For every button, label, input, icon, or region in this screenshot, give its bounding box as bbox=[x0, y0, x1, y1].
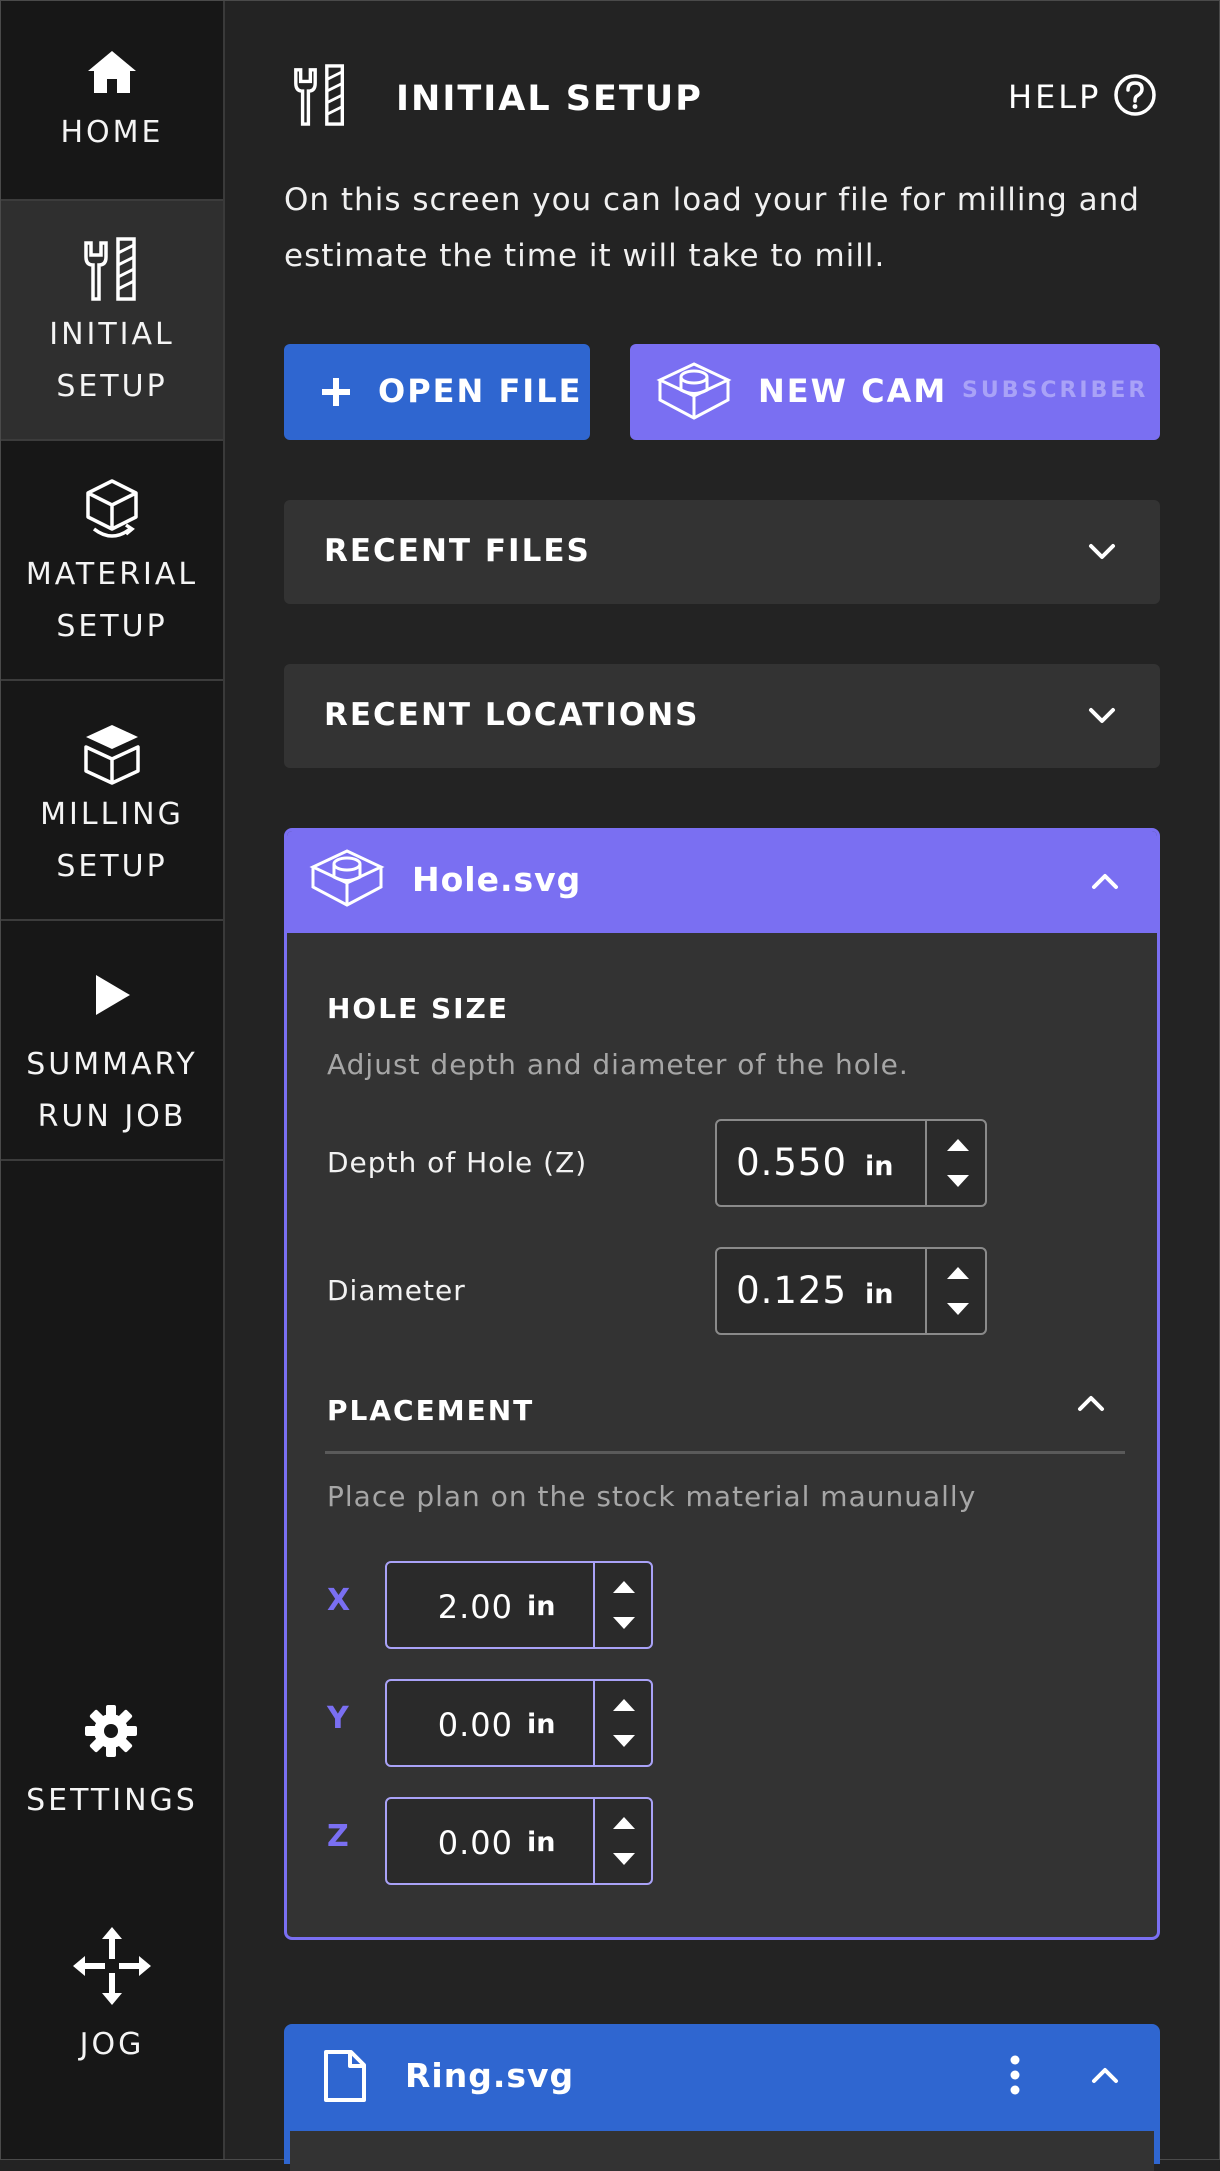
sidebar-item-material-setup[interactable]: MATERIAL SETUP bbox=[1, 441, 223, 681]
x-unit: in bbox=[527, 1591, 556, 1622]
sidebar-item-label: INITIAL bbox=[49, 317, 175, 352]
z-stepper[interactable]: 0.00 in bbox=[385, 1797, 653, 1885]
diameter-label: Diameter bbox=[327, 1274, 466, 1307]
arrow-up-icon[interactable] bbox=[611, 1579, 637, 1595]
ring-file-name: Ring.svg bbox=[405, 2056, 575, 2095]
ring-file-card[interactable]: Ring.svg bbox=[284, 2024, 1160, 2171]
open-file-label: OPEN FILE bbox=[378, 372, 583, 410]
chevron-up-icon[interactable] bbox=[1077, 1393, 1105, 1413]
x-step-buttons[interactable] bbox=[593, 1563, 653, 1647]
x-axis-label: X bbox=[327, 1583, 351, 1618]
sidebar-item-label: HOME bbox=[60, 115, 164, 150]
tools-icon bbox=[84, 237, 136, 301]
chevron-down-icon bbox=[1089, 544, 1115, 559]
ring-card-body bbox=[290, 2131, 1154, 2171]
home-icon bbox=[88, 51, 136, 93]
x-stepper[interactable]: 2.00 in bbox=[385, 1561, 653, 1649]
z-value[interactable]: 0.00 bbox=[395, 1819, 513, 1867]
z-step-buttons[interactable] bbox=[593, 1799, 653, 1883]
arrow-down-icon[interactable] bbox=[945, 1301, 971, 1317]
diameter-value[interactable]: 0.125 bbox=[727, 1267, 847, 1315]
hole-file-card: Hole.svg HOLE SIZE Adjust depth and diam… bbox=[284, 828, 1160, 1940]
sidebar-item-jog[interactable]: JOG bbox=[1, 1921, 223, 2071]
page-description: On this screen you can load your file fo… bbox=[284, 182, 1140, 274]
recent-files-label: RECENT FILES bbox=[324, 533, 591, 569]
sidebar-item-home[interactable]: HOME bbox=[1, 1, 223, 201]
sidebar-item-label: SETUP bbox=[56, 849, 168, 884]
y-unit: in bbox=[527, 1709, 556, 1740]
hole-card-header[interactable]: Hole.svg bbox=[287, 831, 1157, 933]
diameter-step-buttons[interactable] bbox=[925, 1249, 989, 1333]
arrow-down-icon[interactable] bbox=[945, 1173, 971, 1189]
hole-cam-icon bbox=[309, 849, 385, 907]
arrow-down-icon[interactable] bbox=[611, 1733, 637, 1749]
y-step-buttons[interactable] bbox=[593, 1681, 653, 1765]
hole-size-description: Adjust depth and diameter of the hole. bbox=[327, 1048, 909, 1081]
hole-size-title: HOLE SIZE bbox=[327, 992, 509, 1025]
sidebar-item-label: SETUP bbox=[56, 369, 168, 404]
page-title: INITIAL SETUP bbox=[396, 79, 703, 119]
sidebar-item-label: JOG bbox=[79, 2027, 145, 2062]
help-circle-icon[interactable] bbox=[1113, 73, 1157, 117]
subscriber-badge: SUBSCRIBER bbox=[962, 378, 1149, 403]
chevron-up-icon[interactable] bbox=[1091, 871, 1119, 891]
material-cube-icon bbox=[86, 479, 138, 538]
new-cam-label: NEW CAM bbox=[758, 372, 948, 410]
sidebar-item-label: MATERIAL bbox=[25, 557, 199, 592]
sidebar-item-milling-setup[interactable]: MILLING SETUP bbox=[1, 681, 223, 921]
sidebar-item-label: RUN JOB bbox=[37, 1099, 187, 1134]
sidebar-item-label: SETTINGS bbox=[26, 1783, 198, 1818]
more-vertical-icon[interactable] bbox=[1009, 2055, 1021, 2095]
chevron-down-icon bbox=[1089, 708, 1115, 723]
arrow-up-icon[interactable] bbox=[611, 1815, 637, 1831]
recent-locations-accordion[interactable]: RECENT LOCATIONS bbox=[284, 664, 1160, 768]
arrow-up-icon[interactable] bbox=[945, 1265, 971, 1281]
arrow-down-icon[interactable] bbox=[611, 1851, 637, 1867]
y-stepper[interactable]: 0.00 in bbox=[385, 1679, 653, 1767]
z-axis-label: Z bbox=[327, 1819, 349, 1854]
z-unit: in bbox=[527, 1827, 556, 1858]
arrow-up-icon[interactable] bbox=[611, 1697, 637, 1713]
file-icon bbox=[324, 2050, 366, 2102]
plus-icon bbox=[322, 378, 350, 406]
diameter-unit: in bbox=[865, 1279, 894, 1310]
arrow-up-icon[interactable] bbox=[945, 1137, 971, 1153]
chevron-up-icon[interactable] bbox=[1091, 2065, 1119, 2085]
y-value[interactable]: 0.00 bbox=[395, 1701, 513, 1749]
open-file-button[interactable]: OPEN FILE bbox=[284, 344, 590, 440]
new-cam-button[interactable]: NEW CAM SUBSCRIBER bbox=[630, 344, 1160, 440]
tools-icon bbox=[294, 64, 345, 126]
placement-title: PLACEMENT bbox=[327, 1394, 535, 1427]
help-button[interactable]: HELP bbox=[1008, 74, 1101, 120]
placement-divider bbox=[325, 1451, 1125, 1454]
sidebar-item-summary-run-job[interactable]: SUMMARY RUN JOB bbox=[1, 921, 223, 1161]
y-axis-label: Y bbox=[327, 1701, 349, 1736]
sidebar-item-label: SETUP bbox=[56, 609, 168, 644]
milling-cube-icon bbox=[84, 725, 140, 785]
sidebar-item-label: MILLING bbox=[40, 797, 184, 832]
depth-step-buttons[interactable] bbox=[925, 1121, 989, 1205]
depth-stepper[interactable]: 0.550 in bbox=[715, 1119, 987, 1207]
placement-description: Place plan on the stock material maunual… bbox=[327, 1480, 977, 1513]
depth-label: Depth of Hole (Z) bbox=[327, 1146, 588, 1179]
hole-cam-icon bbox=[656, 362, 732, 420]
gear-icon bbox=[85, 1705, 137, 1757]
sidebar-item-label: SUMMARY bbox=[26, 1047, 198, 1082]
depth-unit: in bbox=[865, 1151, 894, 1182]
play-icon bbox=[96, 975, 130, 1015]
x-value[interactable]: 2.00 bbox=[395, 1583, 513, 1631]
recent-locations-label: RECENT LOCATIONS bbox=[324, 697, 700, 733]
arrow-down-icon[interactable] bbox=[611, 1615, 637, 1631]
recent-files-accordion[interactable]: RECENT FILES bbox=[284, 500, 1160, 604]
depth-value[interactable]: 0.550 bbox=[727, 1139, 847, 1187]
diameter-stepper[interactable]: 0.125 in bbox=[715, 1247, 987, 1335]
sidebar-item-settings[interactable]: SETTINGS bbox=[1, 1691, 223, 1851]
sidebar: HOME INITIAL SETUP MATERIAL SETUP MILLIN… bbox=[1, 1, 225, 2159]
hole-file-name: Hole.svg bbox=[412, 860, 582, 899]
sidebar-item-initial-setup[interactable]: INITIAL SETUP bbox=[1, 201, 223, 441]
jog-arrows-icon bbox=[73, 1927, 151, 2005]
